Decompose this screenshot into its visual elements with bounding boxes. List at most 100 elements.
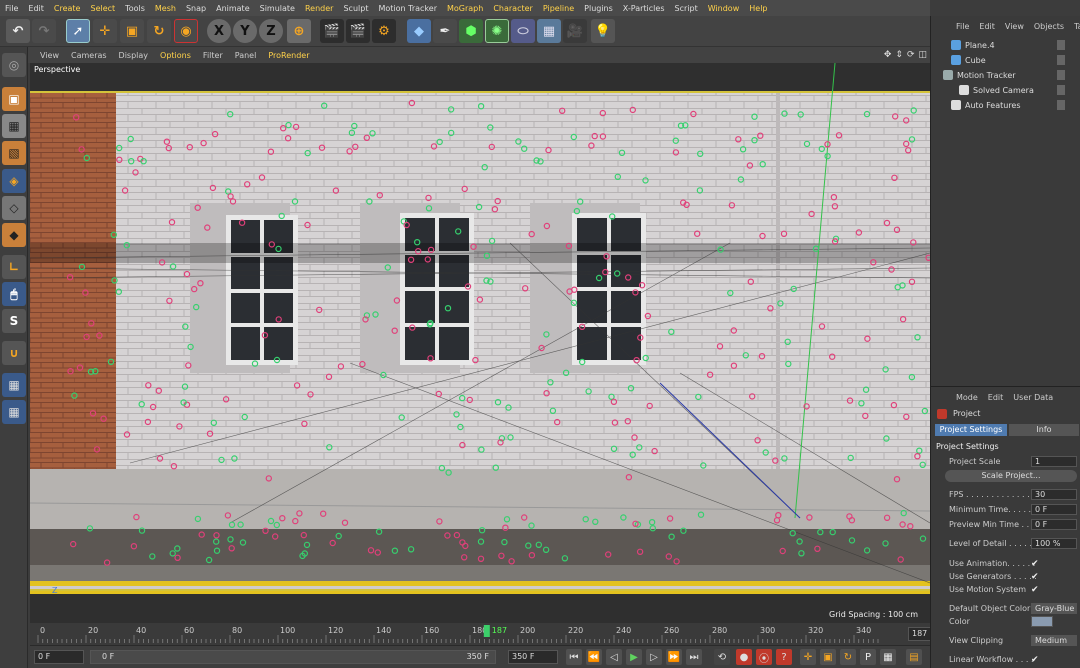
tab-info[interactable]: Info	[1009, 424, 1079, 436]
attr-menu-user-data[interactable]: User Data	[1008, 393, 1058, 402]
timeline-ruler[interactable]: 0 20 40 60 80 100 120 140 160 180 200 220 240 260 280 3…	[34, 623, 904, 645]
menu-mesh[interactable]: Mesh	[150, 4, 181, 13]
object-row[interactable]: Auto Features	[931, 98, 1080, 112]
attr-menu-edit[interactable]: Edit	[983, 393, 1009, 402]
menu-motion-tracker[interactable]: Motion Tracker	[373, 4, 442, 13]
viewport-menu-filter[interactable]: Filter	[197, 51, 229, 60]
move-tool-icon[interactable]: ✛	[93, 19, 117, 43]
viewport-menu-options[interactable]: Options	[154, 51, 197, 60]
play-icon[interactable]: ▶	[626, 649, 642, 665]
use-motion-system-checkbox[interactable]: ✔	[1031, 585, 1039, 595]
zoom-view-icon[interactable]: ⇕	[895, 50, 903, 60]
render-settings-icon[interactable]: ⚙	[372, 19, 396, 43]
level-of-detail-field[interactable]: 100 %	[1031, 538, 1077, 549]
scale-tool-icon[interactable]: ▣	[120, 19, 144, 43]
menu-animate[interactable]: Animate	[211, 4, 255, 13]
x-axis-button[interactable]: X	[207, 19, 231, 43]
menu-edit[interactable]: Edit	[23, 4, 49, 13]
timeline-window-icon[interactable]: ▤	[906, 649, 922, 665]
viewport-perspective[interactable]: Perspective Z Grid Spacing: 100 cm	[30, 63, 930, 623]
viewport-menu-panel[interactable]: Panel	[229, 51, 263, 60]
objects-menu-objects[interactable]: Objects	[1029, 22, 1069, 31]
rotate-view-icon[interactable]: ⟳	[907, 50, 915, 60]
viewport-menu-view[interactable]: View	[34, 51, 65, 60]
record-keys-icon[interactable]: ●	[736, 649, 752, 665]
next-frame-icon[interactable]: ▷	[646, 649, 662, 665]
use-generators-checkbox[interactable]: ✔	[1031, 572, 1039, 582]
live-selection-icon[interactable]: ◉	[174, 19, 198, 43]
menu-snap[interactable]: Snap	[181, 4, 211, 13]
go-to-end-icon[interactable]: ⏭	[686, 649, 702, 665]
previous-key-icon[interactable]: ⏪	[586, 649, 602, 665]
linear-workflow-checkbox[interactable]: ✔	[1031, 655, 1039, 665]
undo-icon[interactable]: ↶	[6, 19, 30, 43]
use-animation-checkbox[interactable]: ✔	[1031, 559, 1039, 569]
points-mode-icon[interactable]: ◈	[2, 169, 26, 193]
cube-primitive-icon[interactable]: ◆	[407, 19, 431, 43]
key-rotation-icon[interactable]: ↻	[840, 649, 856, 665]
pen-spline-icon[interactable]: ✒	[433, 19, 457, 43]
menu-mograph[interactable]: MoGraph	[442, 4, 488, 13]
coordinate-system-icon[interactable]: ⊕	[287, 19, 311, 43]
menu-render[interactable]: Render	[300, 4, 338, 13]
object-row[interactable]: Solved Camera	[931, 83, 1080, 97]
deformer-icon[interactable]: ⬭	[511, 19, 535, 43]
rotate-tool-icon[interactable]: ↻	[147, 19, 171, 43]
visibility-toggle-icon[interactable]	[1057, 55, 1065, 65]
render-picture-viewer-icon[interactable]: 🎬	[346, 19, 370, 43]
polygons-mode-icon[interactable]: ◆	[2, 223, 26, 247]
default-object-color-dropdown[interactable]: Gray-Blue	[1031, 603, 1077, 614]
magnet-icon[interactable]: ∪	[2, 341, 26, 365]
object-row[interactable]: Motion Tracker	[931, 68, 1080, 82]
make-editable-icon[interactable]: ◎	[2, 53, 26, 77]
fps-field[interactable]: 30	[1031, 489, 1077, 500]
menu-select[interactable]: Select	[85, 4, 120, 13]
menu-window[interactable]: Window	[703, 4, 745, 13]
key-scale-icon[interactable]: ▣	[820, 649, 836, 665]
previous-frame-icon[interactable]: ◁	[606, 649, 622, 665]
objects-menu-file[interactable]: File	[951, 22, 974, 31]
project-scale-field[interactable]: 1	[1031, 456, 1077, 467]
menu-sculpt[interactable]: Sculpt	[338, 4, 373, 13]
go-to-start-icon[interactable]: ⏮	[566, 649, 582, 665]
visibility-toggle-icon[interactable]	[1057, 85, 1065, 95]
object-row[interactable]: Cube	[931, 53, 1080, 67]
preview-range-slider[interactable]: 0 F 350 F	[90, 650, 496, 664]
generator-icon[interactable]: ⬢	[459, 19, 483, 43]
enable-axis-icon[interactable]: ∟	[2, 255, 26, 279]
key-pla-icon[interactable]: ▦	[880, 649, 896, 665]
attr-menu-mode[interactable]: Mode	[951, 393, 983, 402]
menu-help[interactable]: Help	[744, 4, 772, 13]
autokey-icon[interactable]: ⦿	[756, 649, 772, 665]
select-tool-icon[interactable]: ➚	[66, 19, 90, 43]
menu-file[interactable]: File	[0, 4, 23, 13]
move-view-icon[interactable]: ✥	[884, 50, 892, 60]
camera-icon[interactable]: 🎥	[563, 19, 587, 43]
redo-icon[interactable]: ↷	[32, 19, 56, 43]
maximize-view-icon[interactable]: ◫	[918, 50, 927, 60]
snap-icon[interactable]: S	[2, 309, 26, 333]
edges-mode-icon[interactable]: ◇	[2, 196, 26, 220]
key-position-icon[interactable]: ✛	[800, 649, 816, 665]
timeline[interactable]: 0 20 40 60 80 100 120 140 160 180 200 220 240 260 280 3…	[30, 623, 960, 645]
y-axis-button[interactable]: Y	[233, 19, 257, 43]
workplane-mode-icon[interactable]: ▧	[2, 141, 26, 165]
z-axis-button[interactable]: Z	[259, 19, 283, 43]
light-icon[interactable]: 💡	[591, 19, 615, 43]
menu-create[interactable]: Create	[49, 4, 86, 13]
menu-tools[interactable]: Tools	[120, 4, 150, 13]
next-key-icon[interactable]: ⏩	[666, 649, 682, 665]
visibility-toggle-icon[interactable]	[1057, 100, 1065, 110]
render-view-icon[interactable]: 🎬	[320, 19, 344, 43]
texture-mode-icon[interactable]: ▦	[2, 114, 26, 138]
visibility-toggle-icon[interactable]	[1057, 70, 1065, 80]
view-clipping-dropdown[interactable]: Medium	[1031, 635, 1077, 646]
minimum-time-field[interactable]: 0 F	[1031, 504, 1077, 515]
menu-plugins[interactable]: Plugins	[579, 4, 618, 13]
end-frame-field[interactable]: 350 F	[508, 650, 558, 664]
viewport-menu-prorender[interactable]: ProRender	[262, 51, 315, 60]
menu-character[interactable]: Character	[488, 4, 538, 13]
key-parameter-icon[interactable]: P	[860, 649, 876, 665]
visibility-toggle-icon[interactable]	[1057, 40, 1065, 50]
array-icon[interactable]: ✺	[485, 19, 509, 43]
